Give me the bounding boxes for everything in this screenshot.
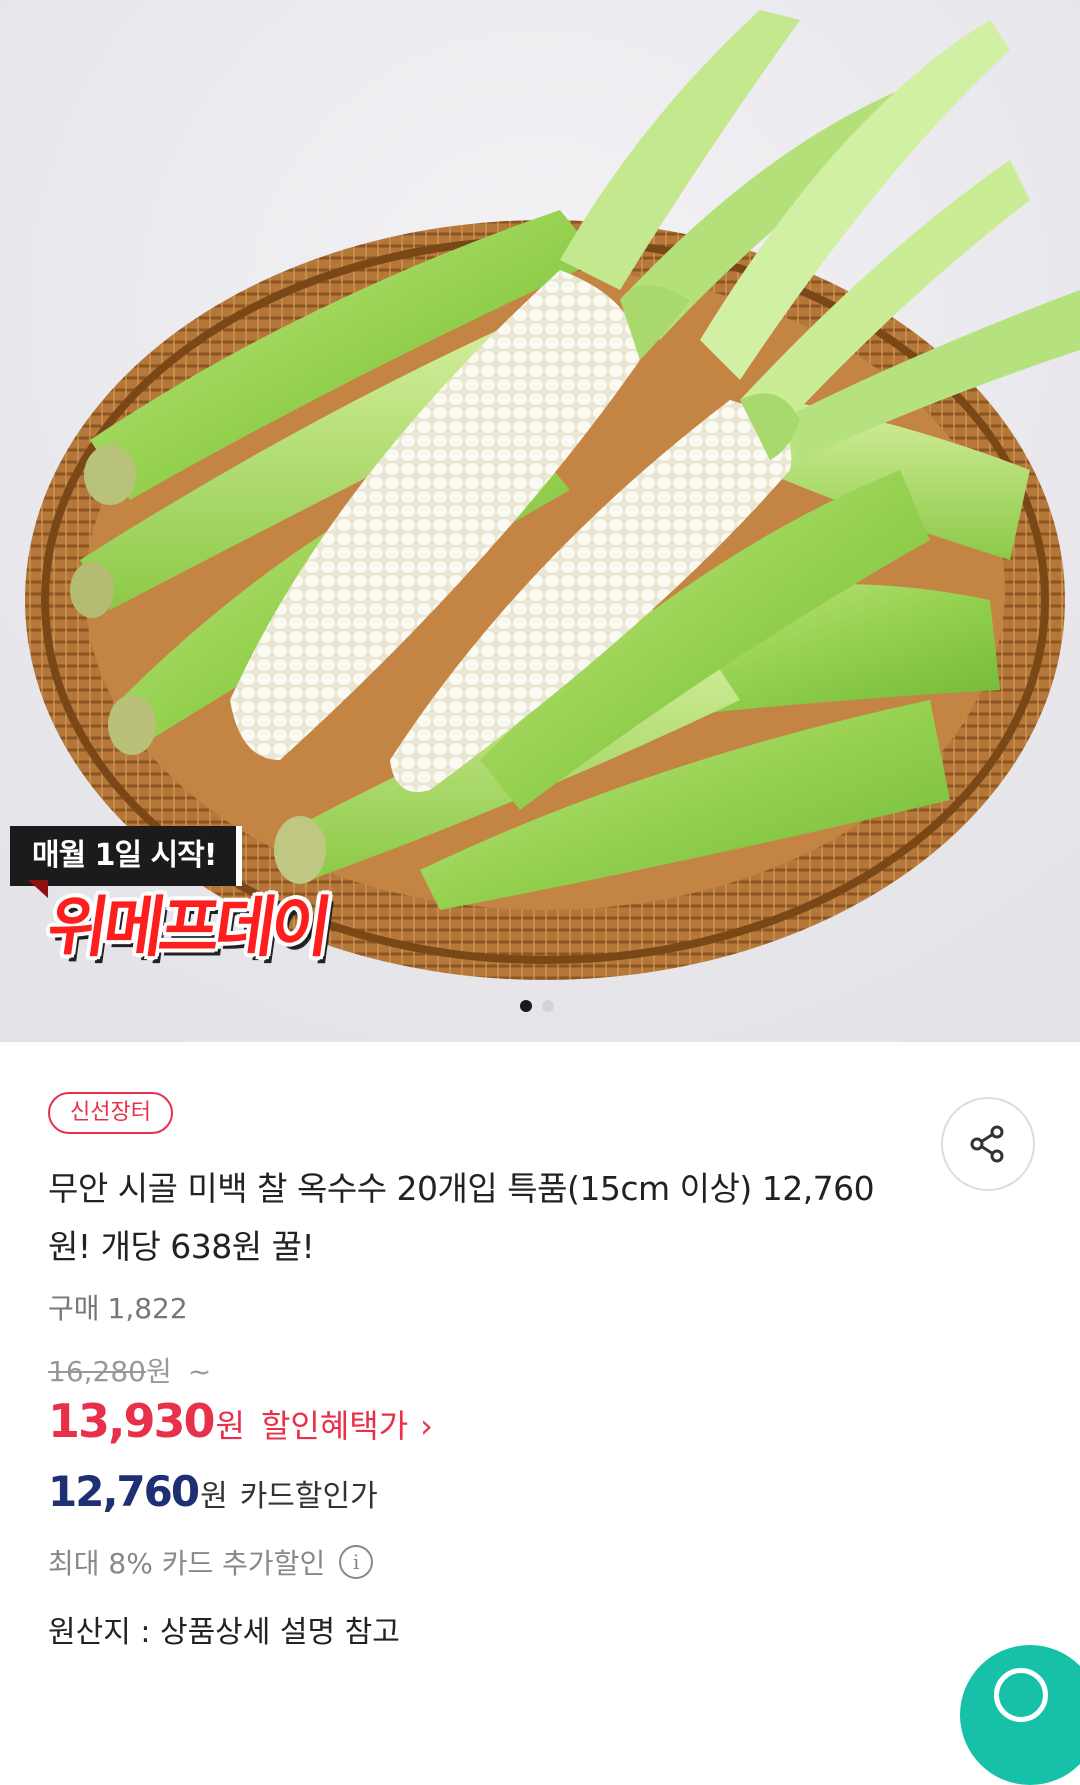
sale-price-label[interactable]: 할인혜택가 bbox=[261, 1401, 408, 1447]
product-info: 신선장터 무안 시골 미백 찰 옥수수 20개입 특품(15cm 이상) 12,… bbox=[0, 1042, 1080, 1687]
original-price-suffix: ~ bbox=[187, 1355, 212, 1388]
carousel-indicator[interactable] bbox=[520, 1000, 554, 1012]
original-price-value: 16,280 bbox=[48, 1355, 146, 1388]
carousel-dot-1[interactable] bbox=[520, 1000, 532, 1012]
card-price-unit: 원 bbox=[200, 1479, 228, 1514]
sale-price-row[interactable]: 13,930 원 할인혜택가 › bbox=[48, 1394, 433, 1448]
category-badge[interactable]: 신선장터 bbox=[48, 1092, 173, 1134]
chevron-right-icon[interactable]: › bbox=[420, 1407, 433, 1445]
origin-info: 원산지 : 상품상세 설명 참고 bbox=[48, 1615, 400, 1650]
purchase-count: 구매 1,822 bbox=[48, 1287, 196, 1327]
promo-label-top: 매월 1일 시작! bbox=[10, 826, 243, 886]
sale-price-unit: 원 bbox=[215, 1407, 245, 1445]
share-icon bbox=[970, 1125, 1004, 1163]
promo-label-main: 위메프데이 bbox=[42, 889, 333, 966]
purchase-label: 구매 bbox=[48, 1292, 100, 1325]
purchase-number: 1,822 bbox=[107, 1292, 188, 1325]
carousel-dot-2[interactable] bbox=[542, 1000, 554, 1012]
share-button[interactable] bbox=[941, 1097, 1035, 1191]
extra-discount-text: 최대 8% 카드 추가할인 bbox=[48, 1547, 326, 1580]
chat-icon bbox=[994, 1668, 1048, 1722]
original-price-unit: 원 bbox=[145, 1355, 172, 1388]
product-image[interactable]: 매월 1일 시작! 위메프데이 bbox=[0, 0, 1080, 1042]
card-price-row: 12,760 원 카드할인가 bbox=[48, 1467, 378, 1516]
original-price: 16,280원 ~ bbox=[48, 1350, 211, 1390]
card-price-value: 12,760 bbox=[48, 1467, 200, 1516]
info-icon[interactable]: i bbox=[339, 1545, 374, 1579]
card-price-label: 카드할인가 bbox=[239, 1479, 378, 1514]
product-title: 무안 시골 미백 찰 옥수수 20개입 특품(15cm 이상) 12,760원!… bbox=[48, 1169, 875, 1266]
extra-card-discount: 최대 8% 카드 추가할인 i bbox=[48, 1542, 374, 1582]
sale-price-value: 13,930 bbox=[48, 1394, 216, 1448]
